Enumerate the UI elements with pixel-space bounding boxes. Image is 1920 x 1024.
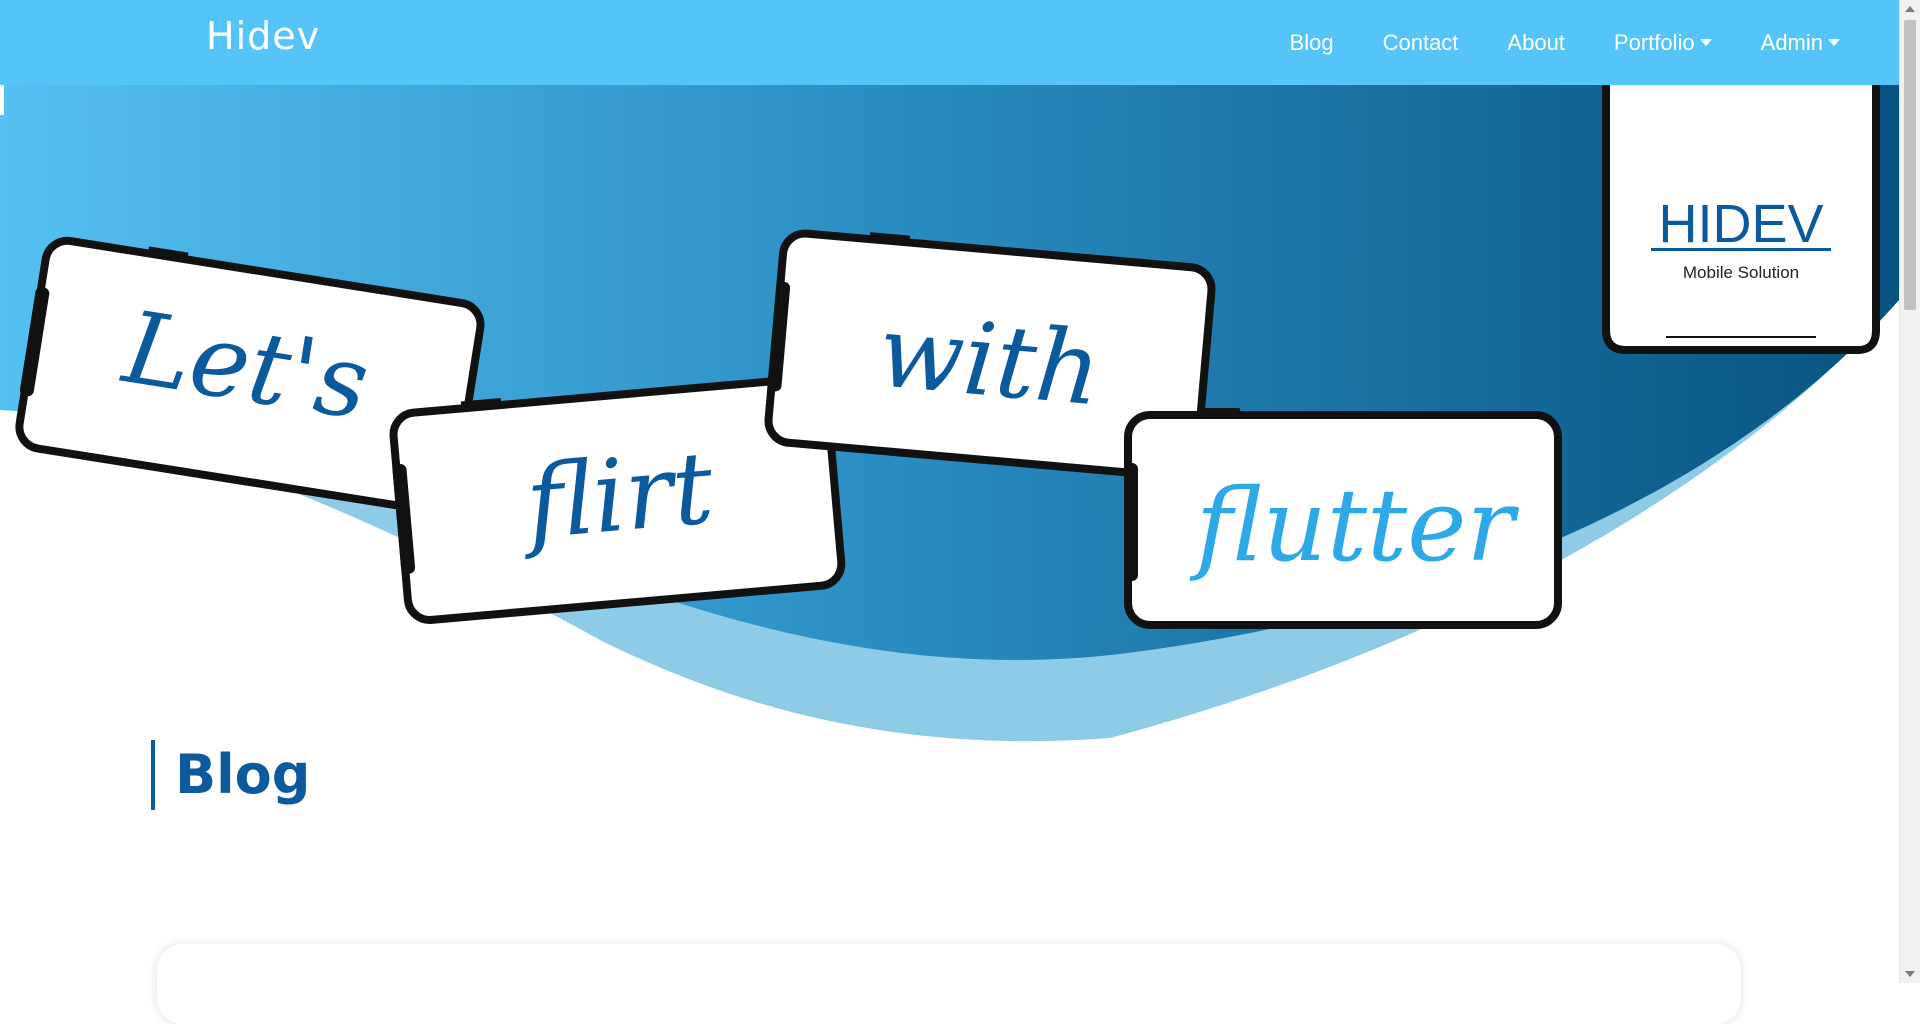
phone-flutter: flutter xyxy=(1124,408,1562,629)
logo-title: HIDEV xyxy=(1658,194,1823,254)
scroll-up-arrow-icon[interactable] xyxy=(1905,6,1915,12)
nav-link-label: Blog xyxy=(1289,29,1334,55)
nav-link-label: About xyxy=(1507,29,1565,55)
hero-illustration: Let's flirt with flutter HIDEV Mobile So… xyxy=(0,85,1899,742)
blog-card xyxy=(157,944,1741,1024)
logo-subtitle: Mobile Solution xyxy=(1683,263,1799,282)
nav-dropdown-admin[interactable]: Admin xyxy=(1761,30,1840,56)
nav-link-contact[interactable]: Contact xyxy=(1383,30,1459,56)
phone-word: with xyxy=(874,293,1106,429)
scroll-down-arrow-icon[interactable] xyxy=(1905,971,1915,977)
hero-banner: Let's flirt with flutter HIDEV Mobile So… xyxy=(0,85,1899,745)
phone-word: flirt xyxy=(515,429,719,563)
nav-link-blog[interactable]: Blog xyxy=(1290,30,1334,56)
nav-link-label: Admin xyxy=(1760,29,1823,55)
nav-dropdown-portfolio[interactable]: Portfolio xyxy=(1614,30,1712,56)
nav-link-label: Portfolio xyxy=(1613,29,1695,55)
phone-word: flutter xyxy=(1189,467,1520,584)
nav-link-about[interactable]: About xyxy=(1507,30,1565,56)
caret-down-icon xyxy=(1828,39,1840,46)
nav-link-label: Contact xyxy=(1382,29,1459,55)
nav-menu: Blog Contact About Portfolio Admin xyxy=(1290,0,1899,85)
scroll-thumb[interactable] xyxy=(1904,20,1916,310)
navbar: Hidev Blog Contact About Portfolio Admin xyxy=(0,0,1899,85)
page-scrollbar[interactable] xyxy=(1899,0,1920,983)
section-title-blog: Blog xyxy=(151,740,310,810)
brand-logo[interactable]: Hidev xyxy=(206,14,320,58)
caret-down-icon xyxy=(1699,39,1712,46)
hidev-logo-phone: HIDEV Mobile Solution xyxy=(1602,85,1880,354)
